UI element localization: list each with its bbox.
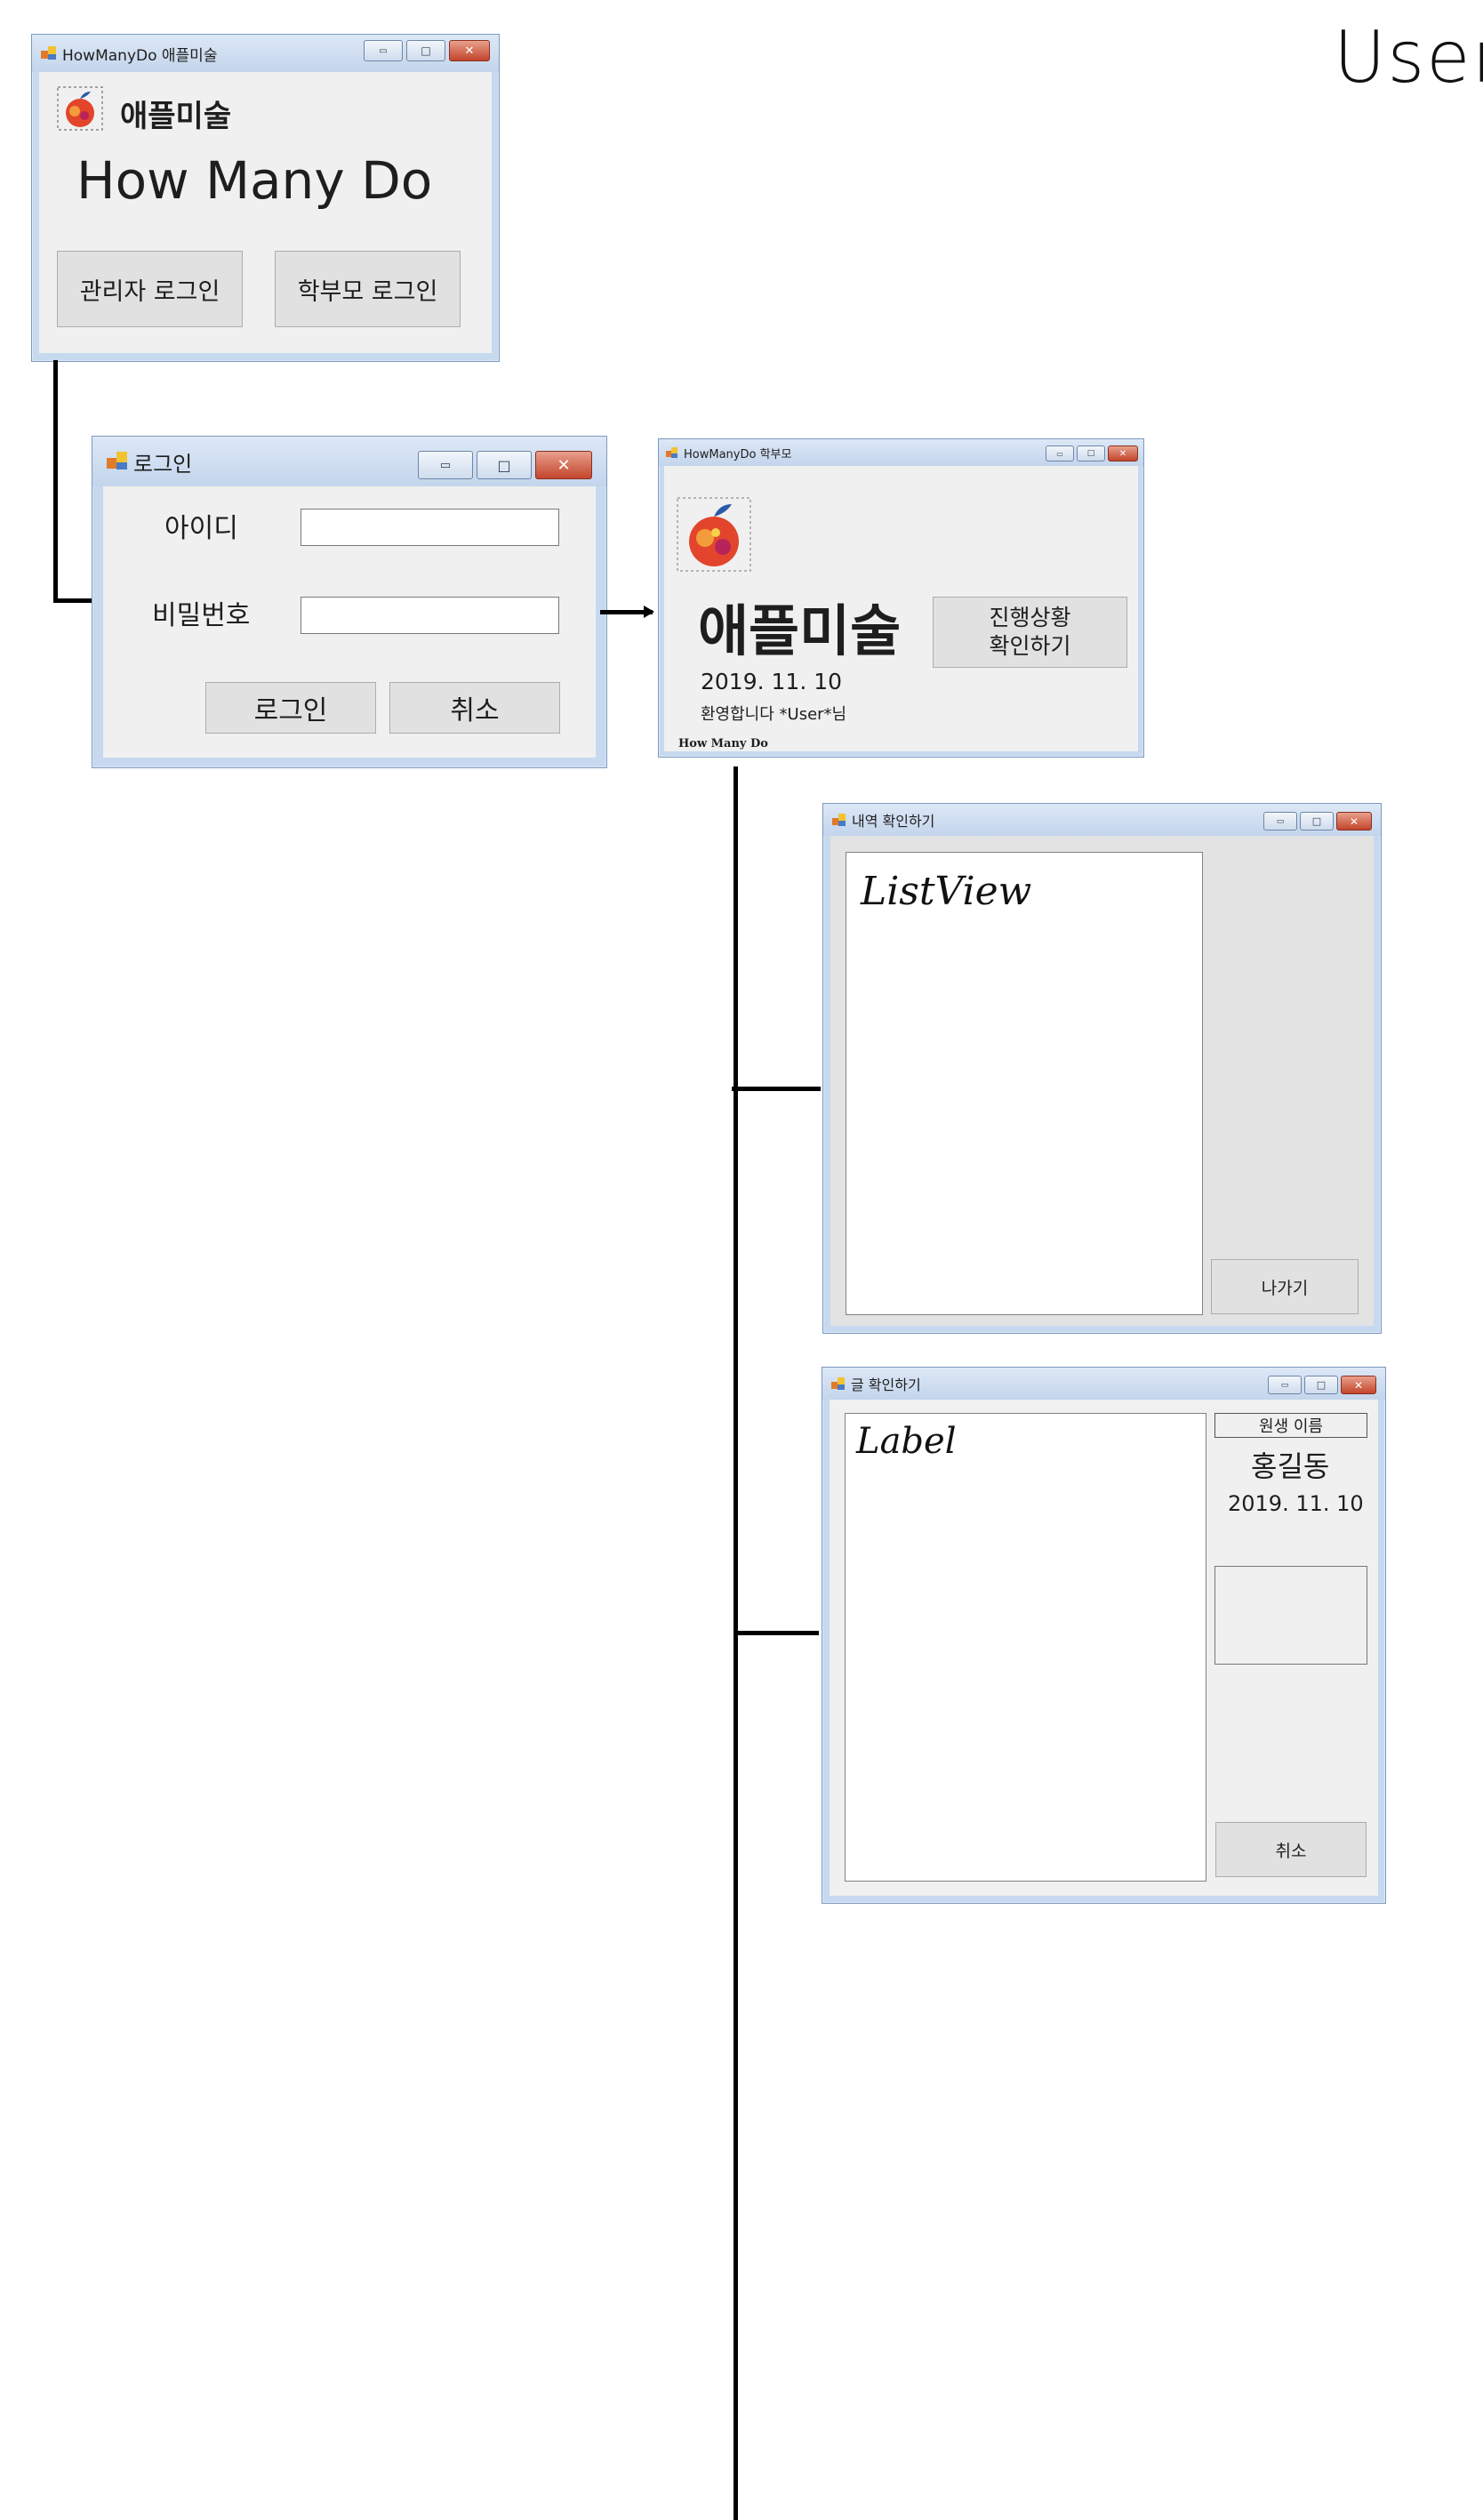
password-label: 비밀번호 <box>152 600 251 631</box>
parent-brand-label: 애플미술 <box>698 598 902 663</box>
post-date-label: 2019. 11. 10 <box>1228 1491 1364 1516</box>
main-window-title: HowManyDo 애플미술 <box>62 46 218 65</box>
post-window: 글 확인하기 ▭ □ ✕ Label 원생 이름 홍길동 2019. 11. 1… <box>822 1367 1386 1904</box>
connector-parent-trunk <box>733 766 738 2520</box>
parent-window-client: 애플미술 진행상황 확인하기 2019. 11. 10 환영합니다 *User*… <box>664 466 1138 751</box>
main-window-titlebar: HowManyDo 애플미술 ▭ □ ✕ <box>32 35 499 72</box>
maximize-icon[interactable]: □ <box>1300 812 1334 831</box>
corner-user-note: User <box>1334 16 1483 99</box>
password-input[interactable] <box>301 597 559 634</box>
maximize-icon[interactable]: □ <box>477 451 532 479</box>
login-window-title: 로그인 <box>133 451 193 477</box>
history-window-title: 내역 확인하기 <box>852 813 935 830</box>
main-headline: How Many Do <box>76 150 433 211</box>
close-icon[interactable]: ✕ <box>1341 1376 1376 1394</box>
minimize-icon[interactable]: ▭ <box>364 40 403 61</box>
apple-logo-icon <box>677 497 751 572</box>
parent-date-label: 2019. 11. 10 <box>701 669 843 694</box>
login-cancel-button[interactable]: 취소 <box>389 682 560 734</box>
app-icon <box>832 814 846 826</box>
id-label: 아이디 <box>164 513 238 544</box>
main-brand-label: 애플미술 <box>120 99 232 134</box>
app-icon <box>41 46 57 60</box>
app-icon <box>666 447 678 458</box>
parent-login-button[interactable]: 학부모 로그인 <box>275 251 461 327</box>
login-window: 로그인 ▭ □ ✕ 아이디 비밀번호 로그인 취소 <box>92 436 607 768</box>
parent-window-titlebar: HowManyDo 학부모 ▭ □ ✕ <box>659 439 1143 466</box>
admin-login-button[interactable]: 관리자 로그인 <box>57 251 243 327</box>
id-input[interactable] <box>301 509 559 546</box>
parent-window-title: HowManyDo 학부모 <box>684 447 792 461</box>
minimize-icon[interactable]: ▭ <box>1046 445 1074 461</box>
maximize-icon[interactable]: □ <box>1077 445 1105 461</box>
main-window: HowManyDo 애플미술 ▭ □ ✕ 애플미술 How Many Do 관리… <box>31 34 500 362</box>
post-window-titlebar: 글 확인하기 ▭ □ ✕ <box>822 1368 1385 1400</box>
app-icon <box>831 1377 846 1390</box>
close-icon[interactable]: ✕ <box>1336 812 1372 831</box>
connector-to-post <box>733 1631 819 1635</box>
post-content-label: Label <box>845 1413 1206 1882</box>
history-window: 내역 확인하기 ▭ □ ✕ ListView 나가기 <box>822 803 1382 1334</box>
minimize-icon[interactable]: ▭ <box>418 451 473 479</box>
post-image-box <box>1214 1566 1367 1665</box>
check-progress-line2: 확인하기 <box>989 633 1071 659</box>
connector-to-history <box>732 1087 821 1091</box>
minimize-icon[interactable]: ▭ <box>1268 1376 1302 1394</box>
login-button[interactable]: 로그인 <box>205 682 376 734</box>
connector-main-to-login-horizontal <box>53 598 93 603</box>
maximize-icon[interactable]: □ <box>1304 1376 1338 1394</box>
apple-logo-icon <box>57 86 103 131</box>
post-cancel-button[interactable]: 취소 <box>1215 1822 1367 1877</box>
connector-arrowhead <box>644 606 654 618</box>
maximize-icon[interactable]: □ <box>406 40 445 61</box>
connector-main-to-login-vertical <box>53 360 58 602</box>
minimize-icon[interactable]: ▭ <box>1263 812 1297 831</box>
login-window-client: 아이디 비밀번호 로그인 취소 <box>103 486 596 758</box>
close-icon[interactable]: ✕ <box>535 451 592 479</box>
login-window-titlebar: 로그인 ▭ □ ✕ <box>92 437 606 486</box>
history-window-client: ListView 나가기 <box>830 836 1374 1326</box>
close-icon[interactable]: ✕ <box>449 40 490 61</box>
student-name-label: 홍길동 <box>1251 1449 1330 1483</box>
listview-note: ListView <box>861 869 1032 914</box>
check-progress-line1: 진행상황 <box>989 605 1071 630</box>
app-icon <box>107 452 128 471</box>
main-window-client: 애플미술 How Many Do 관리자 로그인 학부모 로그인 <box>39 72 492 353</box>
post-window-title: 글 확인하기 <box>851 1376 921 1393</box>
history-listview[interactable]: ListView <box>846 852 1203 1315</box>
label-note: Label <box>856 1421 957 1462</box>
parent-footer-label: How Many Do <box>678 737 768 750</box>
check-progress-button[interactable]: 진행상황 확인하기 <box>933 597 1127 668</box>
student-name-header: 원생 이름 <box>1214 1413 1367 1438</box>
history-window-titlebar: 내역 확인하기 ▭ □ ✕ <box>823 804 1381 836</box>
close-icon[interactable]: ✕ <box>1108 445 1138 461</box>
history-exit-button[interactable]: 나가기 <box>1211 1259 1359 1314</box>
parent-window: HowManyDo 학부모 ▭ □ ✕ 애플미술 진행상황 확인하기 2019.… <box>658 438 1144 758</box>
welcome-label: 환영합니다 *User*님 <box>701 705 847 724</box>
post-window-client: Label 원생 이름 홍길동 2019. 11. 10 취소 <box>830 1400 1378 1896</box>
